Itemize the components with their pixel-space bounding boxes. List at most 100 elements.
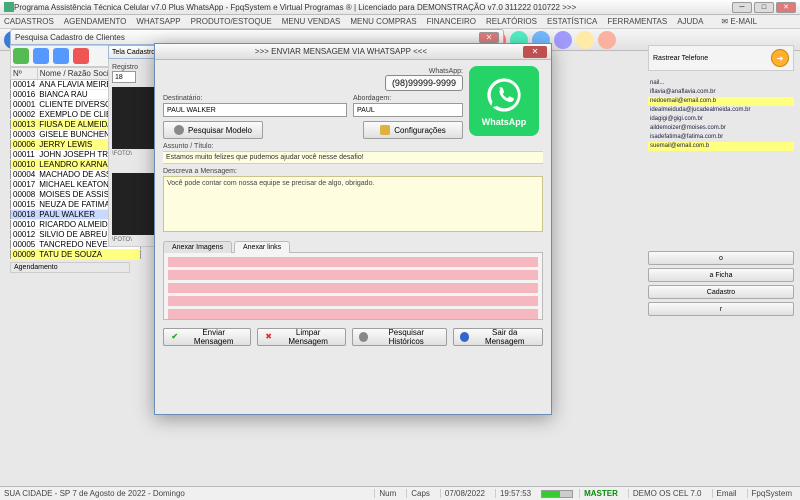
link-row[interactable] [168, 309, 538, 319]
client-id: 00003 [11, 130, 38, 140]
exit-icon [460, 332, 469, 342]
status-location-date: SUA CIDADE - SP 7 de Agosto de 2022 - Do… [4, 489, 185, 498]
menu-item[interactable]: PRODUTO/ESTOQUE [191, 17, 272, 26]
check-icon: ✔ [170, 332, 179, 342]
find-icon[interactable] [53, 48, 69, 64]
search-clients-title: Pesquisa Cadastro de Clientes [15, 33, 479, 42]
email-entry: nedoemail@email.com.b [648, 97, 794, 106]
client-id: 00014 [11, 80, 38, 90]
status-fpq[interactable]: FpqSystem [747, 489, 796, 498]
enviar-mensagem-button[interactable]: ✔ Enviar Mensagem [163, 328, 251, 346]
window-title: Programa Assistência Técnica Celular v7.… [14, 3, 732, 12]
menu-item[interactable]: RELATÓRIOS [486, 17, 537, 26]
client-id: 00017 [11, 180, 38, 190]
client-id: 00015 [11, 200, 38, 210]
whatsapp-number-display: (98)99999-9999 [385, 75, 463, 91]
abordagem-input[interactable] [353, 103, 463, 117]
menubar: CADASTROS AGENDAMENTO WHATSAPP PRODUTO/ESTO… [0, 15, 800, 29]
configuracoes-button[interactable]: Configurações [363, 121, 463, 139]
client-id: 00004 [11, 170, 38, 180]
app-icon [4, 2, 14, 12]
col-num[interactable]: Nº [11, 68, 38, 80]
whatsapp-number-label: WhatsApp: [429, 68, 463, 75]
pesquisar-modelo-button[interactable]: Pesquisar Modelo [163, 121, 263, 139]
right-action-button[interactable]: a Ficha [648, 268, 794, 282]
link-row[interactable] [168, 283, 538, 293]
sair-label: Sair da Mensagem [473, 328, 536, 346]
whatsapp-send-dialog: >>> ENVIAR MENSAGEM VIA WHATSAPP <<< ✕ W… [154, 43, 552, 415]
client-name: TATU DE SOUZA [37, 250, 140, 260]
status-time: 19:57:53 [495, 489, 535, 498]
email-entry: iflavia@anaflavia.com.br [648, 88, 794, 97]
rastrear-telefone-box: Rastrear Telefone ➜ [648, 45, 794, 71]
status-date: 07/08/2022 [440, 489, 489, 498]
right-button-column: o a Ficha Cadastro r [648, 251, 794, 316]
menu-email[interactable]: ✉ E-MAIL [721, 17, 757, 26]
right-action-button[interactable]: o [648, 251, 794, 265]
menu-item[interactable]: AJUDA [677, 17, 703, 26]
agendamento-label: Agendamento [10, 262, 130, 273]
delete-icon[interactable] [73, 48, 89, 64]
link-row[interactable] [168, 296, 538, 306]
right-action-button[interactable]: Cadastro [648, 285, 794, 299]
client-id: 00001 [11, 100, 38, 110]
email-entry: nail... [648, 79, 794, 88]
filter-icon[interactable] [33, 48, 49, 64]
email-entry: aildemoizer@moises.com.br [648, 124, 794, 133]
status-num: Num [374, 489, 400, 498]
tab-content-links [163, 252, 543, 320]
client-id: 00010 [11, 160, 38, 170]
sair-mensagem-button[interactable]: Sair da Mensagem [453, 328, 543, 346]
tab-anexar-links[interactable]: Anexar links [234, 241, 290, 253]
assunto-label: Assunto / Título: [163, 143, 543, 150]
status-caps: Caps [406, 489, 434, 498]
client-id: 00011 [11, 150, 38, 160]
progress-icon [541, 490, 573, 498]
link-row[interactable] [168, 270, 538, 280]
client-id: 00005 [11, 240, 38, 250]
toolbar-icon[interactable] [576, 31, 594, 49]
enviar-label: Enviar Mensagem [183, 328, 244, 346]
menu-item[interactable]: FERRAMENTAS [607, 17, 667, 26]
right-action-button[interactable]: r [648, 302, 794, 316]
status-bar: SUA CIDADE - SP 7 de Agosto de 2022 - Do… [0, 486, 800, 500]
menu-item[interactable]: MENU VENDAS [282, 17, 341, 26]
assunto-value[interactable]: Estamos muito felizes que pudemos ajudar… [163, 151, 543, 164]
toolbar-icon[interactable] [554, 31, 572, 49]
email-entry: idagigi@gigi.com.br [648, 115, 794, 124]
menu-item[interactable]: AGENDAMENTO [64, 17, 127, 26]
refresh-icon[interactable] [13, 48, 29, 64]
tab-anexar-imagens[interactable]: Anexar Imagens [163, 241, 232, 253]
menu-item[interactable]: CADASTROS [4, 17, 54, 26]
menu-item[interactable]: MENU COMPRAS [350, 17, 416, 26]
toolbar-icon[interactable] [598, 31, 616, 49]
status-email[interactable]: Email [712, 489, 741, 498]
pesquisar-historicos-button[interactable]: Pesquisar Históricos [352, 328, 447, 346]
search-clients-close-button[interactable]: ✕ [479, 32, 499, 43]
message-body-textarea[interactable]: Você pode contar com nossa equipe se pre… [163, 176, 543, 232]
rastrear-label: Rastrear Telefone [653, 55, 771, 62]
right-panel: Rastrear Telefone ➜ nail...iflavia@anafl… [648, 45, 794, 316]
window-maximize-button[interactable]: □ [754, 2, 774, 13]
destinatario-input[interactable] [163, 103, 347, 117]
email-entry: idealmeiduda@jucadealmeida.com.br [648, 106, 794, 115]
descreva-label: Descreva a Mensagem: [163, 168, 543, 175]
registro-input[interactable] [112, 71, 136, 83]
dialog-close-button[interactable]: ✕ [523, 46, 547, 58]
window-close-button[interactable]: ✕ [776, 2, 796, 13]
gear-icon [380, 125, 390, 135]
limpar-mensagem-button[interactable]: ✖ Limpar Mensagem [257, 328, 346, 346]
client-id: 00002 [11, 110, 38, 120]
client-id: 00009 [11, 250, 38, 260]
rastrear-go-button[interactable]: ➜ [771, 49, 789, 67]
configuracoes-label: Configurações [394, 126, 446, 135]
menu-item[interactable]: WHATSAPP [136, 17, 180, 26]
window-minimize-button[interactable]: ─ [732, 2, 752, 13]
client-id: 00016 [11, 90, 38, 100]
dialog-title: >>> ENVIAR MENSAGEM VIA WHATSAPP <<< [159, 47, 523, 56]
menu-item[interactable]: ESTATÍSTICA [547, 17, 597, 26]
table-row[interactable]: 00009TATU DE SOUZA [11, 250, 141, 260]
link-row[interactable] [168, 257, 538, 267]
menu-item[interactable]: FINANCEIRO [427, 17, 476, 26]
client-id: 00006 [11, 140, 38, 150]
